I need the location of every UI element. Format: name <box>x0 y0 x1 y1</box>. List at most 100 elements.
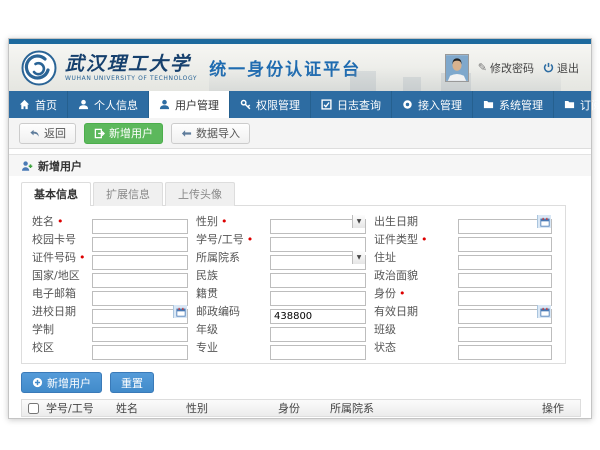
col-gender: 性别 <box>184 400 276 416</box>
pencil-icon: ✎ <box>478 61 487 74</box>
postal-code-field-label: 邮政编码 <box>196 304 262 319</box>
app-window: 武汉理工大学 WUHAN UNIVERSITY OF TECHNOLOGY 统一… <box>8 38 592 419</box>
student-id-field-label: 学号/工号 <box>196 232 262 247</box>
calendar-icon[interactable] <box>173 305 187 318</box>
change-password-link[interactable]: ✎ 修改密码 <box>478 60 534 76</box>
identity-field-label: 身份 <box>374 286 450 301</box>
id-number-field-label: 证件号码 <box>32 250 84 265</box>
nav-item-system-management[interactable]: 系统管理 <box>473 91 554 118</box>
back-button[interactable]: 返回 <box>19 123 76 144</box>
form-actions: 新增用户 重置 <box>21 372 579 393</box>
user-icon <box>159 99 170 110</box>
native-place-field-label: 籍贯 <box>196 286 262 301</box>
key-icon <box>240 99 251 110</box>
user-avatar <box>445 54 469 82</box>
university-name: 武汉理工大学 <box>65 54 197 74</box>
submit-label: 新增用户 <box>47 375 91 391</box>
status-field-label: 状态 <box>374 340 450 355</box>
nav-item-user-management[interactable]: 用户管理 <box>149 91 230 118</box>
log-icon <box>321 99 332 110</box>
grade-field-label: 年级 <box>196 322 262 337</box>
class-field-label: 班级 <box>374 322 450 337</box>
gender-select[interactable] <box>270 214 366 229</box>
nav-item-personal-info[interactable]: 个人信息 <box>68 91 149 118</box>
nav-label: 系统管理 <box>499 97 543 113</box>
status-input[interactable] <box>458 345 552 360</box>
toolbar: 返回 新增用户 数据导入 <box>9 118 591 149</box>
valid-date-field-label: 有效日期 <box>374 304 450 319</box>
name-field-label: 姓名 <box>32 214 84 229</box>
tab-extended-info[interactable]: 扩展信息 <box>93 182 163 206</box>
col-department: 所属院系 <box>328 400 540 416</box>
folder-icon <box>564 99 575 110</box>
dropdown-arrow-icon[interactable] <box>352 251 365 264</box>
change-password-label: 修改密码 <box>490 60 534 76</box>
select-all-checkbox[interactable] <box>28 403 39 414</box>
plus-circle-icon <box>32 377 43 388</box>
tab-basic-info[interactable]: 基本信息 <box>21 182 91 206</box>
add-user-submit-button[interactable]: 新增用户 <box>21 372 102 393</box>
calendar-icon[interactable] <box>537 215 551 228</box>
form-tabs: 基本信息 扩展信息 上传头像 <box>21 176 566 206</box>
reset-label: 重置 <box>121 375 143 391</box>
col-identity: 身份 <box>276 400 328 416</box>
nav-label: 接入管理 <box>418 97 462 113</box>
user-table-header: 学号/工号 姓名 性别 身份 所属院系 操作 <box>21 399 581 417</box>
campus-card-field-label: 校园卡号 <box>32 232 84 247</box>
tab-upload-avatar[interactable]: 上传头像 <box>165 182 235 206</box>
export-icon <box>94 128 105 139</box>
major-field-label: 专业 <box>196 340 262 355</box>
dropdown-arrow-icon[interactable] <box>352 215 365 228</box>
logout-label: 退出 <box>557 60 579 76</box>
access-icon <box>402 99 413 110</box>
campus-field-label: 校区 <box>32 340 84 355</box>
power-icon <box>543 62 554 73</box>
nav-label: 首页 <box>35 97 57 113</box>
user-icon <box>78 99 89 110</box>
col-operation: 操作 <box>540 400 580 416</box>
nav-item-subscription-management[interactable]: 订阅管理 <box>554 91 600 118</box>
data-import-label: 数据导入 <box>196 125 240 141</box>
birthdate-field-label: 出生日期 <box>374 214 450 229</box>
email-field-label: 电子邮箱 <box>32 286 84 301</box>
major-input[interactable] <box>270 345 366 360</box>
reset-button[interactable]: 重置 <box>110 372 154 393</box>
university-logo-icon <box>21 50 57 86</box>
campus-input[interactable] <box>92 345 188 360</box>
back-arrow-icon <box>29 128 40 139</box>
nav-item-log-query[interactable]: 日志查询 <box>311 91 392 118</box>
data-import-button[interactable]: 数据导入 <box>171 123 250 144</box>
main-nav: 首页 个人信息 用户管理 权限管理 日志查询 接入管理 系统管理 订阅管理 <box>9 91 591 118</box>
nav-label: 个人信息 <box>94 97 138 113</box>
home-icon <box>19 99 30 110</box>
political-status-field-label: 政治面貌 <box>374 268 450 283</box>
ethnicity-field-label: 民族 <box>196 268 262 283</box>
user-plus-icon <box>21 160 33 172</box>
import-arrow-icon <box>181 128 192 139</box>
col-student-id: 学号/工号 <box>44 400 114 416</box>
nav-label: 日志查询 <box>337 97 381 113</box>
department-field-label: 所属院系 <box>196 250 262 265</box>
header: 武汉理工大学 WUHAN UNIVERSITY OF TECHNOLOGY 统一… <box>9 44 591 91</box>
nav-item-home[interactable]: 首页 <box>9 91 68 118</box>
university-name-en: WUHAN UNIVERSITY OF TECHNOLOGY <box>65 75 197 82</box>
col-name: 姓名 <box>114 400 184 416</box>
nav-label: 用户管理 <box>175 97 219 113</box>
add-user-toolbar-button[interactable]: 新增用户 <box>84 123 163 144</box>
add-user-label: 新增用户 <box>109 125 153 141</box>
department-select[interactable] <box>270 250 366 265</box>
nav-item-access-management[interactable]: 接入管理 <box>392 91 473 118</box>
basic-info-form: 姓名 性别 出生日期 校园卡号 学号/工号 证件类型 证件号码 所属院系 住址 … <box>21 206 566 364</box>
logout-link[interactable]: 退出 <box>543 60 579 76</box>
address-field-label: 住址 <box>374 250 450 265</box>
panel-title: 新增用户 <box>38 158 82 174</box>
folder-icon <box>483 99 494 110</box>
education-length-field-label: 学制 <box>32 322 84 337</box>
enrollment-date-field-label: 进校日期 <box>32 304 84 319</box>
calendar-icon[interactable] <box>537 305 551 318</box>
nav-item-permission-management[interactable]: 权限管理 <box>230 91 311 118</box>
id-type-field-label: 证件类型 <box>374 232 450 247</box>
back-label: 返回 <box>44 125 66 141</box>
gender-field-label: 性别 <box>196 214 262 229</box>
nav-label: 权限管理 <box>256 97 300 113</box>
